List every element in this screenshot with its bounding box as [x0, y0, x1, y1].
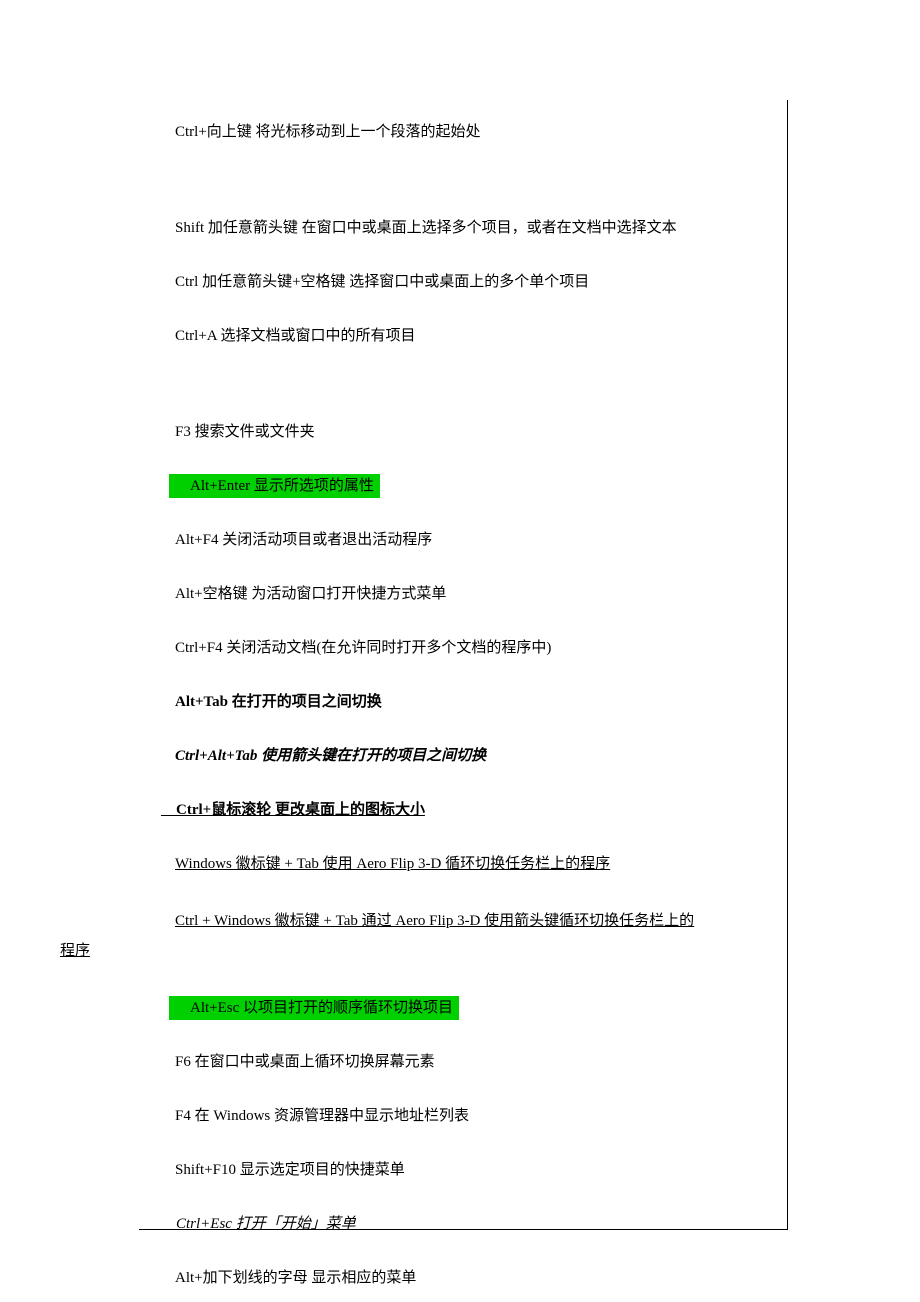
shortcut-line: Alt+空格键 为活动窗口打开快捷方式菜单: [139, 582, 787, 606]
shortcut-line: F4 在 Windows 资源管理器中显示地址栏列表: [139, 1104, 787, 1128]
shortcut-line: Shift 加任意箭头键 在窗口中或桌面上选择多个项目，或者在文档中选择文本: [139, 216, 787, 240]
text-part1: Ctrl + Windows 徽标键 + Tab 通过 Aero Flip 3-…: [175, 913, 694, 929]
shortcut-line: Alt+加下划线的字母 显示相应的菜单: [139, 1266, 787, 1290]
shortcut-line-underline: Windows 徽标键 + Tab 使用 Aero Flip 3-D 循环切换任…: [139, 852, 787, 876]
highlight-text: Alt+Enter 显示所选项的属性: [169, 474, 380, 498]
shortcut-line: Alt+F4 关闭活动项目或者退出活动程序: [139, 528, 787, 552]
shortcut-line-bold-underline: Ctrl+鼠标滚轮 更改桌面上的图标大小: [139, 798, 787, 822]
shortcut-line: Ctrl 加任意箭头键+空格键 选择窗口中或桌面上的多个单个项目: [139, 270, 787, 294]
shortcut-line-bold-italic: Ctrl+Alt+Tab 使用箭头键在打开的项目之间切换: [139, 744, 787, 768]
shortcut-line-bold: Alt+Tab 在打开的项目之间切换: [139, 690, 787, 714]
highlight-text: Alt+Esc 以项目打开的顺序循环切换项目: [169, 996, 459, 1020]
shortcut-line-italic-underline: Ctrl+Esc 打开「开始」菜单: [139, 1212, 787, 1236]
shortcut-line: Ctrl+A 选择文档或窗口中的所有项目: [139, 324, 787, 348]
shortcut-line: Ctrl+F4 关闭活动文档(在允许同时打开多个文档的程序中): [139, 636, 787, 660]
shortcut-line-underline-wrap: Ctrl + Windows 徽标键 + Tab 通过 Aero Flip 3-…: [139, 906, 787, 966]
shortcut-line: F3 搜索文件或文件夹: [139, 420, 787, 444]
page-content-frame: Ctrl+向上键 将光标移动到上一个段落的起始处 Shift 加任意箭头键 在窗…: [139, 100, 788, 1230]
wrapped-underline-text: Ctrl + Windows 徽标键 + Tab 通过 Aero Flip 3-…: [139, 906, 787, 966]
text-part2: 程序: [60, 936, 787, 966]
text: Windows 徽标键 + Tab 使用 Aero Flip 3-D 循环切换任…: [161, 856, 610, 872]
shortcut-line: F6 在窗口中或桌面上循环切换屏幕元素: [139, 1050, 787, 1074]
shortcut-line-highlighted: Alt+Enter 显示所选项的属性: [139, 474, 787, 498]
shortcut-line: Ctrl+向上键 将光标移动到上一个段落的起始处: [139, 120, 787, 144]
shortcut-line-highlighted: Alt+Esc 以项目打开的顺序循环切换项目: [139, 996, 787, 1020]
shortcut-line: Shift+F10 显示选定项目的快捷菜单: [139, 1158, 787, 1182]
